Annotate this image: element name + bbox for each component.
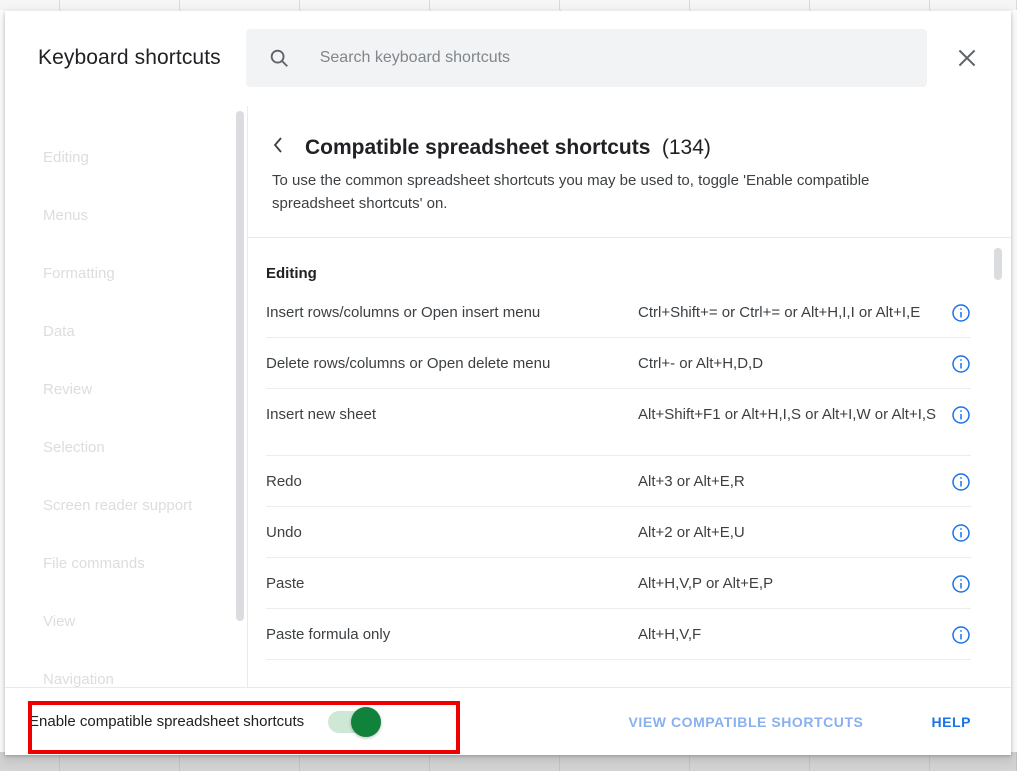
back-button[interactable] <box>272 135 294 159</box>
table-row[interactable]: Delete rows/columns or Open delete menu … <box>266 338 971 389</box>
search-input[interactable] <box>318 28 927 88</box>
table-row[interactable]: Paste Alt+H,V,P or Alt+E,P <box>266 558 971 609</box>
section-header: Compatible spreadsheet shortcuts (134) T… <box>248 106 1011 238</box>
sidebar-item-label: Editing <box>43 149 89 166</box>
dialog-header: Keyboard shortcuts <box>5 11 1011 105</box>
info-icon[interactable] <box>951 574 971 594</box>
shortcut-keys: Alt+3 or Alt+E,R <box>638 471 951 492</box>
shortcut-keys: Alt+Shift+F1 or Alt+H,I,S or Alt+I,W or … <box>638 404 971 425</box>
group-heading: Editing <box>266 238 971 287</box>
sidebar-item-view[interactable]: View <box>5 592 247 650</box>
sidebar-item-label: Data <box>43 323 75 340</box>
sidebar-item-label: View <box>43 613 75 630</box>
shortcut-label: Insert rows/columns or Open insert menu <box>266 302 638 323</box>
sidebar-item-label: Selection <box>43 439 105 456</box>
info-icon[interactable] <box>951 354 971 374</box>
list-scrollbar[interactable] <box>994 248 1002 280</box>
table-row[interactable]: Redo Alt+3 or Alt+E,R <box>266 456 971 507</box>
shortcut-keys: Alt+H,V,F <box>638 624 951 645</box>
sidebar-item-menus[interactable]: Menus <box>5 186 247 244</box>
table-row[interactable]: Insert new sheet Alt+Shift+F1 or Alt+H,I… <box>266 389 971 456</box>
info-icon[interactable] <box>951 303 971 323</box>
shortcut-list: Editing Insert rows/columns or Open inse… <box>248 238 1011 687</box>
sidebar-item-label: Formatting <box>43 265 115 282</box>
sidebar-item-review[interactable]: Review <box>5 360 247 418</box>
shortcut-label: Delete rows/columns or Open delete menu <box>266 353 638 374</box>
dialog-body: Editing Menus Formatting Data Review Sel… <box>5 105 1011 687</box>
shortcut-label: Redo <box>266 471 638 492</box>
search-field[interactable] <box>246 29 927 87</box>
footer-actions: VIEW COMPATIBLE SHORTCUTS HELP <box>621 706 989 738</box>
sidebar-item-data[interactable]: Data <box>5 302 247 360</box>
search-icon <box>268 47 290 69</box>
shortcut-count: (134) <box>662 136 711 159</box>
sidebar-item-formatting[interactable]: Formatting <box>5 244 247 302</box>
category-sidebar: Editing Menus Formatting Data Review Sel… <box>5 106 248 687</box>
keyboard-shortcuts-dialog: Keyboard shortcuts Editing Menus <box>5 11 1011 755</box>
enable-compatible-shortcuts-toggle[interactable] <box>328 707 384 737</box>
enable-compatible-shortcuts-setting[interactable]: Enable compatible spreadsheet shortcuts <box>29 707 384 737</box>
sidebar-item-label: Screen reader support <box>43 497 192 514</box>
sidebar-item-label: Menus <box>43 207 88 224</box>
shortcut-keys: Ctrl+- or Alt+H,D,D <box>638 353 951 374</box>
section-description: To use the common spreadsheet shortcuts … <box>272 169 932 215</box>
close-icon <box>954 45 980 71</box>
info-icon[interactable] <box>951 625 971 645</box>
help-link[interactable]: HELP <box>923 706 979 738</box>
toggle-label: Enable compatible spreadsheet shortcuts <box>29 713 304 730</box>
info-icon[interactable] <box>951 472 971 492</box>
info-icon[interactable] <box>951 523 971 543</box>
table-row[interactable]: Insert rows/columns or Open insert menu … <box>266 287 971 338</box>
sidebar-item-screen-reader-support[interactable]: Screen reader support <box>5 476 247 534</box>
sidebar-item-label: File commands <box>43 555 145 572</box>
sidebar-item-navigation[interactable]: Navigation <box>5 650 247 687</box>
toggle-knob <box>351 707 381 737</box>
sidebar-item-label: Review <box>43 381 92 398</box>
shortcuts-content: Compatible spreadsheet shortcuts (134) T… <box>248 106 1011 687</box>
sidebar-scrollbar[interactable] <box>236 111 244 621</box>
shortcut-keys: Alt+H,V,P or Alt+E,P <box>638 573 951 594</box>
shortcut-label: Paste formula only <box>266 624 638 645</box>
shortcut-keys: Alt+2 or Alt+E,U <box>638 522 951 543</box>
sidebar-item-file-commands[interactable]: File commands <box>5 534 247 592</box>
shortcut-label: Insert new sheet <box>266 404 638 425</box>
shortcut-label: Paste <box>266 573 638 594</box>
page-title: Compatible spreadsheet shortcuts <box>305 136 650 159</box>
sidebar-item-selection[interactable]: Selection <box>5 418 247 476</box>
table-row[interactable]: Paste formula only Alt+H,V,F <box>266 609 971 660</box>
sidebar-item-label: Navigation <box>43 671 114 688</box>
chevron-left-icon <box>272 135 285 155</box>
table-row[interactable]: Undo Alt+2 or Alt+E,U <box>266 507 971 558</box>
info-icon[interactable] <box>951 405 971 425</box>
section-title-row: Compatible spreadsheet shortcuts (134) <box>272 134 971 160</box>
shortcut-label: Undo <box>266 522 638 543</box>
close-button[interactable] <box>947 38 987 78</box>
shortcut-keys: Ctrl+Shift+= or Ctrl+= or Alt+H,I,I or A… <box>638 302 951 323</box>
sidebar-item-editing[interactable]: Editing <box>5 128 247 186</box>
dialog-footer: Enable compatible spreadsheet shortcuts … <box>5 687 1011 755</box>
dialog-title: Keyboard shortcuts <box>38 46 221 70</box>
view-compatible-shortcuts-link[interactable]: VIEW COMPATIBLE SHORTCUTS <box>621 706 872 738</box>
